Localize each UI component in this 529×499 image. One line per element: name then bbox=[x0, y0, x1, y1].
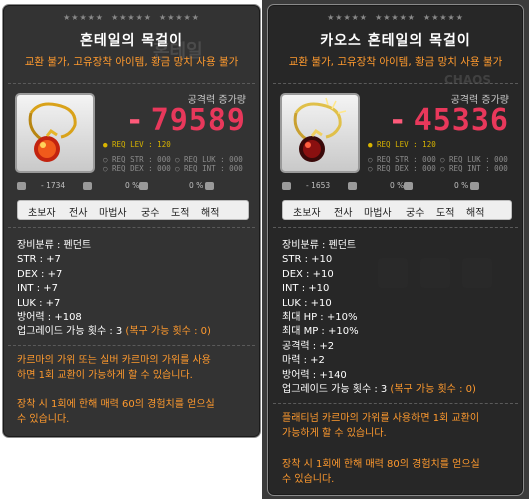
shield-icon bbox=[17, 182, 26, 190]
stat-line: 장비분류 : 펜던트 bbox=[282, 240, 357, 251]
attack-increase-value: -79589 bbox=[125, 103, 246, 138]
charm-exp-note: 장착 시 1회에 한해 매력 80의 경험치를 얻으실 수 있습니다. bbox=[282, 459, 480, 486]
job-beginner: 초보자 bbox=[293, 208, 321, 219]
mini-stat-a: - 1653 bbox=[306, 181, 331, 190]
upgrade-count-line: 업그레이드 가능 횟수 : 3 (복구 가능 횟수 : 0) bbox=[282, 383, 476, 397]
upgrade-count-line: 업그레이드 가능 횟수 : 3 (복구 가능 횟수 : 0) bbox=[17, 325, 211, 339]
req-str: ○ REQ STR : 000 bbox=[368, 155, 436, 164]
mini-stat-c: 0 % bbox=[189, 181, 204, 190]
req-level: ● REQ LEV : 120 bbox=[368, 140, 436, 149]
job-requirement-bar: 초보자 전사 마법사 궁수 도적 해적 bbox=[282, 200, 512, 220]
stat-line: 방어력 : +108 bbox=[17, 312, 82, 324]
job-warrior: 전사 bbox=[69, 208, 88, 219]
req-level: ● REQ LEV : 120 bbox=[103, 140, 171, 149]
boost-icon bbox=[404, 182, 413, 190]
item-stat-list: 장비분류 : 펜던트 STR : +7 DEX : +7 INT : +7 LU… bbox=[17, 239, 211, 340]
shield-icon bbox=[282, 182, 291, 190]
job-archer: 궁수 bbox=[141, 208, 160, 219]
mini-stat-b: 0 % bbox=[390, 181, 405, 190]
stat-line: 방어력 : +140 bbox=[282, 369, 347, 381]
stat-line: LUK : +10 bbox=[282, 297, 332, 309]
attack-increase-number: 45336 bbox=[413, 103, 509, 138]
divider bbox=[8, 83, 255, 84]
karma-scissors-note: 카르마의 가위 또는 실버 카르마의 가위를 사용 하면 1회 교환이 가능하게… bbox=[17, 355, 211, 382]
stat-line: 공격력 : +2 bbox=[282, 340, 335, 352]
req-luk: ○ REQ LUK : 000 bbox=[175, 155, 243, 164]
job-warrior: 전사 bbox=[334, 208, 353, 219]
req-dex: ○ REQ DEX : 000 bbox=[103, 164, 171, 173]
stat-line: LUK : +7 bbox=[17, 297, 61, 309]
job-thief: 도적 bbox=[436, 208, 455, 219]
item-tooltip-right: ★★★★★ ★★★★★ ★★★★★ CHAOS 카오스 혼테일의 목걸이 교환 … bbox=[267, 4, 524, 496]
charm-exp-note: 장착 시 1회에 한해 매력 60의 경험치를 얻으실 수 있습니다. bbox=[17, 399, 215, 426]
job-archer: 궁수 bbox=[406, 208, 425, 219]
pet-icon bbox=[470, 182, 479, 190]
stat-line: INT : +10 bbox=[282, 283, 330, 295]
job-pirate: 해적 bbox=[466, 208, 485, 219]
job-magician: 마법사 bbox=[364, 208, 392, 219]
stat-line: INT : +7 bbox=[17, 283, 59, 295]
job-beginner: 초보자 bbox=[28, 208, 56, 219]
upgrade-count: 업그레이드 가능 횟수 : 3 bbox=[282, 384, 388, 396]
trade-restriction-text: 교환 불가, 고유장착 아이템, 황금 망치 사용 불가 bbox=[288, 56, 503, 68]
stat-line: STR : +7 bbox=[17, 254, 61, 266]
req-int: ○ REQ INT : 000 bbox=[175, 164, 243, 173]
pet-icon bbox=[205, 182, 214, 190]
restore-count: (복구 가능 횟수 : 0) bbox=[387, 384, 476, 396]
star-force-row: ★★★★★ ★★★★★ ★★★★★ bbox=[63, 13, 200, 22]
item-icon-frame bbox=[280, 93, 360, 173]
karma-scissors-note: 플래티넘 카르마의 가위를 사용하면 1회 교환이 가능하게 할 수 있습니다. bbox=[282, 413, 480, 440]
req-int: ○ REQ INT : 000 bbox=[440, 164, 508, 173]
req-dex: ○ REQ DEX : 000 bbox=[368, 164, 436, 173]
upgrade-arrow-icon bbox=[83, 182, 92, 190]
mini-stat-row: - 1653 0 % 0 % bbox=[282, 181, 509, 193]
req-str: ○ REQ STR : 000 bbox=[103, 155, 171, 164]
stat-line: STR : +10 bbox=[282, 254, 333, 266]
upgrade-arrow-icon bbox=[348, 182, 357, 190]
divider bbox=[273, 403, 518, 404]
stat-line: 장비분류 : 펜던트 bbox=[17, 240, 92, 251]
job-thief: 도적 bbox=[171, 208, 190, 219]
divider bbox=[273, 83, 518, 84]
mini-stat-a: - 1734 bbox=[41, 181, 66, 190]
divider bbox=[8, 345, 255, 346]
mini-stat-c: 0 % bbox=[454, 181, 469, 190]
upgrade-count: 업그레이드 가능 횟수 : 3 bbox=[17, 326, 123, 338]
mini-stat-row: - 1734 0 % 0 % bbox=[17, 181, 246, 193]
background-watermark: CHAOS bbox=[444, 73, 491, 87]
job-magician: 마법사 bbox=[99, 208, 127, 219]
stat-line: 최대 MP : +10% bbox=[282, 326, 359, 338]
necklace-icon bbox=[28, 102, 77, 162]
job-pirate: 해적 bbox=[201, 208, 220, 219]
divider bbox=[8, 227, 255, 228]
item-stat-list: 장비분류 : 펜던트 STR : +10 DEX : +10 INT : +10… bbox=[282, 239, 476, 397]
necklace-icon bbox=[293, 97, 347, 162]
stat-line: DEX : +7 bbox=[17, 268, 63, 280]
stat-line: 최대 HP : +10% bbox=[282, 312, 358, 324]
item-tooltip-left: ★★★★★ ★★★★★ ★★★★★ 혼테일 혼테일의 목걸이 교환 불가, 고유… bbox=[2, 4, 261, 438]
stat-line: DEX : +10 bbox=[282, 268, 334, 280]
star-force-row: ★★★★★ ★★★★★ ★★★★★ bbox=[327, 13, 464, 22]
attack-increase-number: 79589 bbox=[150, 103, 246, 138]
job-requirement-bar: 초보자 전사 마법사 궁수 도적 해적 bbox=[17, 200, 249, 220]
stat-line: 마력 : +2 bbox=[282, 355, 325, 367]
item-name: 혼테일의 목걸이 bbox=[79, 33, 184, 49]
boost-icon bbox=[139, 182, 148, 190]
divider bbox=[273, 227, 518, 228]
attack-increase-value: -45336 bbox=[388, 103, 509, 138]
mini-stat-b: 0 % bbox=[125, 181, 140, 190]
restore-count: (복구 가능 횟수 : 0) bbox=[122, 326, 211, 338]
trade-restriction-text: 교환 불가, 고유장착 아이템, 황금 망치 사용 불가 bbox=[24, 56, 239, 68]
req-luk: ○ REQ LUK : 000 bbox=[440, 155, 508, 164]
item-icon-frame bbox=[15, 93, 95, 173]
item-name: 카오스 혼테일의 목걸이 bbox=[320, 33, 471, 49]
